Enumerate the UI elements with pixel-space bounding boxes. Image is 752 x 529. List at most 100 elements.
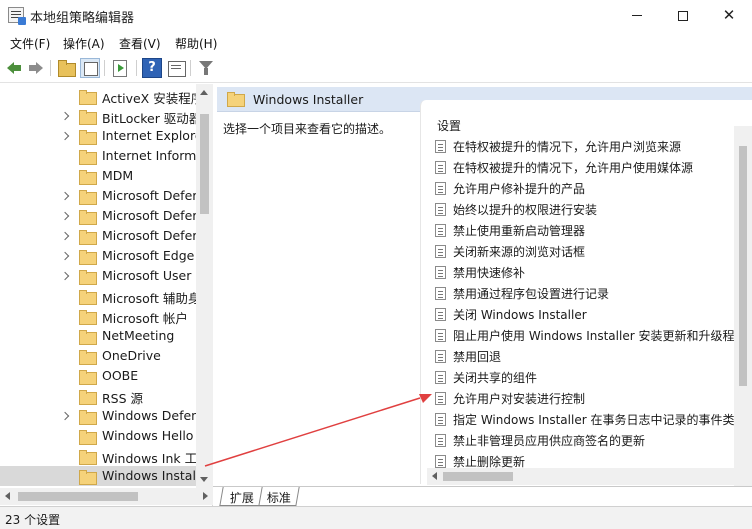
settings-list: 设置 在特权被提升的情况下，允许用户浏览来源 在特权被提升的情况下，允许用户使用… <box>420 100 752 484</box>
tree-item-label: MDM <box>102 168 134 183</box>
chevron-right-icon[interactable] <box>62 271 70 281</box>
show-hide-tree-icon[interactable] <box>80 58 100 78</box>
tree-item[interactable]: BitLocker 驱动器 <box>0 106 201 126</box>
policy-setting-icon <box>435 308 446 321</box>
tree-item[interactable]: Microsoft Defer <box>0 186 198 206</box>
menu-help[interactable]: 帮助(H) <box>175 35 217 52</box>
tree-item-label: Windows Install <box>102 468 200 483</box>
menu-view[interactable]: 查看(V) <box>119 35 161 52</box>
tree-item[interactable]: Internet Informa <box>0 146 204 166</box>
tree-item-label: Microsoft Defer <box>102 188 198 203</box>
close-button[interactable]: ✕ <box>706 0 752 31</box>
tree-item[interactable]: OneDrive <box>0 346 196 366</box>
scrollbar-thumb[interactable] <box>200 114 209 214</box>
chevron-right-icon[interactable] <box>62 131 70 141</box>
tree-item[interactable]: Microsoft Edge <box>0 246 196 266</box>
policy-setting-icon <box>435 245 446 258</box>
folder-icon <box>79 330 97 345</box>
scroll-right-icon[interactable] <box>203 492 208 500</box>
tree-item[interactable]: Windows Defen <box>0 406 200 426</box>
menu-action[interactable]: 操作(A) <box>63 35 105 52</box>
help-icon[interactable]: ? <box>142 58 162 78</box>
tree-item[interactable]: Microsoft 帐户 <box>0 306 196 326</box>
maximize-button[interactable] <box>660 0 706 31</box>
tab-expanded[interactable]: 扩展 <box>219 487 263 506</box>
scroll-down-icon[interactable] <box>200 477 208 482</box>
folder-icon <box>79 230 97 245</box>
folder-icon <box>79 350 97 365</box>
properties-icon[interactable] <box>166 58 186 78</box>
tree-item[interactable]: Microsoft Defer <box>0 206 197 226</box>
tree-horizontal-scrollbar[interactable] <box>0 488 213 505</box>
folder-icon <box>79 150 97 165</box>
up-folder-icon[interactable] <box>56 58 76 78</box>
chevron-right-icon[interactable] <box>62 231 70 241</box>
tab-label: 标准 <box>266 491 291 505</box>
folder-icon <box>79 90 97 105</box>
tree-item[interactable]: NetMeeting <box>0 326 196 346</box>
chevron-right-icon[interactable] <box>62 191 70 201</box>
tree-item[interactable]: Windows Hello <box>0 426 196 446</box>
setting-label: 允许用户修补提升的产品 <box>453 182 586 196</box>
settings-column-header[interactable]: 设置 <box>437 117 461 134</box>
tree-vertical-scrollbar[interactable] <box>196 84 213 488</box>
folder-icon <box>79 210 97 225</box>
policy-setting-icon <box>435 434 446 447</box>
tree-item-label: Windows Defen <box>102 408 200 423</box>
filter-icon[interactable] <box>196 58 216 78</box>
scrollbar-thumb[interactable] <box>18 492 138 501</box>
setting-label: 禁用快速修补 <box>453 266 526 280</box>
policy-setting-icon <box>435 140 446 153</box>
scroll-up-icon[interactable] <box>200 90 208 95</box>
minimize-button[interactable] <box>614 0 660 31</box>
policy-setting-icon <box>435 203 446 216</box>
forward-arrow-icon[interactable] <box>26 58 46 78</box>
tree-item[interactable]: OOBE <box>0 366 196 386</box>
policy-setting-icon <box>435 455 446 468</box>
tree-item[interactable]: Internet Explore <box>0 126 203 146</box>
menu-bar: 文件(F) 操作(A) 查看(V) 帮助(H) <box>0 31 752 54</box>
tree-item-label: Windows Hello <box>102 428 194 443</box>
tree-item[interactable]: Microsoft User <box>0 266 196 286</box>
folder-icon <box>79 410 97 425</box>
tree-item[interactable]: Microsoft 辅助身 <box>0 286 200 306</box>
folder-icon <box>227 92 245 107</box>
toolbar-separator <box>190 60 191 76</box>
tree-item-label: OOBE <box>102 368 139 383</box>
tree-item[interactable]: Windows Ink 工 <box>0 446 198 466</box>
scroll-left-icon[interactable] <box>5 492 10 500</box>
group-policy-app-icon <box>8 7 26 25</box>
chevron-right-icon[interactable] <box>62 251 70 261</box>
export-list-icon[interactable] <box>110 58 130 78</box>
tree-item-label: RSS 源 <box>102 391 144 406</box>
menu-file[interactable]: 文件(F) <box>10 35 50 52</box>
tree-item-selected[interactable]: Windows Install <box>0 466 200 486</box>
setting-label: 允许用户对安装进行控制 <box>453 392 586 406</box>
scroll-left-icon[interactable] <box>432 472 437 480</box>
back-arrow-icon[interactable] <box>4 58 24 78</box>
close-icon: ✕ <box>722 6 736 24</box>
setting-label: 禁止非管理员应用供应商签名的更新 <box>453 434 646 448</box>
tree-item-label: Microsoft Defer <box>102 228 198 243</box>
tree-item[interactable]: MDM <box>0 166 196 186</box>
setting-label: 在特权被提升的情况下，允许用户浏览来源 <box>453 140 682 154</box>
chevron-right-icon[interactable] <box>62 211 70 221</box>
scrollbar-thumb[interactable] <box>443 472 513 481</box>
tree-item-label: Internet Explore <box>102 128 203 143</box>
tab-standard[interactable]: 标准 <box>257 487 300 506</box>
chevron-right-icon[interactable] <box>62 411 70 421</box>
tree-item[interactable]: ActiveX 安装程序 <box>0 86 203 106</box>
setting-label: 关闭新来源的浏览对话框 <box>453 245 586 259</box>
tree-item[interactable]: Microsoft Defer <box>0 226 198 246</box>
toolbar-separator <box>104 60 105 76</box>
tree-item-label: Microsoft 帐户 <box>102 311 188 326</box>
scrollbar-thumb[interactable] <box>739 146 747 386</box>
policy-setting-icon <box>435 329 446 342</box>
settings-vertical-scrollbar[interactable] <box>734 126 752 486</box>
tree-item-label: Windows Ink 工 <box>102 451 198 466</box>
tree-item[interactable]: RSS 源 <box>0 386 196 406</box>
folder-icon <box>79 390 97 405</box>
settings-horizontal-scrollbar[interactable] <box>427 468 734 485</box>
policy-setting-icon <box>435 392 446 405</box>
chevron-right-icon[interactable] <box>62 111 70 121</box>
